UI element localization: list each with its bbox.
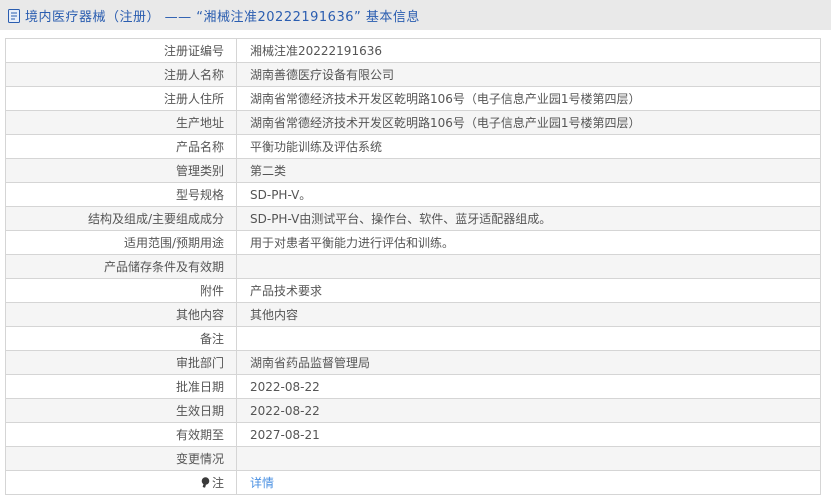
row-label-cell: 生效日期: [5, 398, 237, 423]
row-label-cell: 注册人住所: [5, 86, 237, 111]
row-value-cell: [236, 254, 821, 279]
row-label-cell: 批准日期: [5, 374, 237, 399]
row-label: 其他内容: [175, 308, 224, 322]
row-label: 注册证编号: [163, 44, 224, 58]
row-value-cell: 第二类: [236, 158, 821, 183]
row-label: 结构及组成/主要组成成分: [87, 212, 224, 226]
row-value-cell: 湖南善德医疗设备有限公司: [236, 62, 821, 87]
row-label: 产品名称: [175, 140, 224, 154]
row-value: 平衡功能训练及评估系统: [250, 140, 383, 154]
row-value: 湖南省常德经济技术开发区乾明路106号（电子信息产业园1号楼第四层）: [250, 92, 641, 106]
row-value: SD-PH-V由测试平台、操作台、软件、蓝牙适配器组成。: [250, 212, 552, 226]
table-row: 生产地址 湖南省常德经济技术开发区乾明路106号（电子信息产业园1号楼第四层）: [5, 110, 821, 135]
table-row: 管理类别 第二类: [5, 158, 821, 183]
table-row: 结构及组成/主要组成成分 SD-PH-V由测试平台、操作台、软件、蓝牙适配器组成…: [5, 206, 821, 231]
row-label-cell: 生产地址: [5, 110, 237, 135]
row-label-cell: 备注: [5, 326, 237, 351]
table-row: 有效期至 2027-08-21: [5, 422, 821, 447]
table-row: 产品名称 平衡功能训练及评估系统: [5, 134, 821, 159]
table-row: 其他内容 其他内容: [5, 302, 821, 327]
row-value-cell: 湖南省药品监督管理局: [236, 350, 821, 375]
row-label-cell: 其他内容: [5, 302, 237, 327]
table-row: 适用范围/预期用途 用于对患者平衡能力进行评估和训练。: [5, 230, 821, 255]
table-row: 生效日期 2022-08-22: [5, 398, 821, 423]
row-label-cell: 审批部门: [5, 350, 237, 375]
row-label-cell: 管理类别: [5, 158, 237, 183]
table-row: 注册证编号 湘械注准20222191636: [5, 38, 821, 63]
row-value: 2022-08-22: [250, 403, 320, 418]
row-label-cell: 注册证编号: [5, 38, 237, 63]
row-value: 其他内容: [250, 308, 299, 322]
row-value-cell: 2022-08-22: [236, 374, 821, 399]
row-value-cell: 其他内容: [236, 302, 821, 327]
row-value-cell: 2027-08-21: [236, 422, 821, 447]
row-value-cell: 平衡功能训练及评估系统: [236, 134, 821, 159]
row-label-cell: 型号规格: [5, 182, 237, 207]
row-label-cell: 注: [5, 470, 237, 495]
table-row: 注册人名称 湖南善德医疗设备有限公司: [5, 62, 821, 87]
row-value-cell: 湖南省常德经济技术开发区乾明路106号（电子信息产业园1号楼第四层）: [236, 86, 821, 111]
row-label: 适用范围/预期用途: [123, 236, 224, 250]
row-value: 湖南省药品监督管理局: [250, 356, 371, 370]
row-value: 产品技术要求: [250, 284, 323, 298]
row-value: 湖南省常德经济技术开发区乾明路106号（电子信息产业园1号楼第四层）: [250, 116, 641, 130]
row-label-cell: 注册人名称: [5, 62, 237, 87]
row-value-cell: SD-PH-V。: [236, 182, 821, 207]
row-value: 2022-08-22: [250, 379, 320, 394]
row-label: 有效期至: [175, 428, 224, 442]
table-row: 变更情况: [5, 446, 821, 471]
row-label: 生产地址: [175, 116, 224, 130]
row-label-cell: 适用范围/预期用途: [5, 230, 237, 255]
row-label-cell: 附件: [5, 278, 237, 303]
details-link[interactable]: 详情: [250, 476, 274, 490]
table-row: 注 详情: [5, 470, 821, 495]
row-label: 管理类别: [175, 164, 224, 178]
row-value-cell: 用于对患者平衡能力进行评估和训练。: [236, 230, 821, 255]
table-row: 注册人住所 湖南省常德经济技术开发区乾明路106号（电子信息产业园1号楼第四层）: [5, 86, 821, 111]
row-label: 审批部门: [175, 356, 224, 370]
row-label-cell: 变更情况: [5, 446, 237, 471]
row-label: 产品储存条件及有效期: [103, 260, 224, 274]
row-label-cell: 有效期至: [5, 422, 237, 447]
row-value-cell: 湘械注准20222191636: [236, 38, 821, 63]
row-value: 湖南善德医疗设备有限公司: [250, 68, 395, 82]
page-header: 境内医疗器械（注册） —— “湘械注准20222191636” 基本信息: [0, 0, 831, 30]
row-label: 变更情况: [175, 452, 224, 466]
row-label: 备注: [199, 332, 224, 346]
row-value-cell: 详情: [236, 470, 821, 495]
table-container: 注册证编号 湘械注准20222191636 注册人名称 湖南善德医疗设备有限公司…: [0, 30, 831, 495]
row-label: 批准日期: [175, 380, 224, 394]
row-label: 附件: [199, 284, 224, 298]
row-label: 注册人名称: [163, 68, 224, 82]
table-row: 审批部门 湖南省药品监督管理局: [5, 350, 821, 375]
table-row: 备注: [5, 326, 821, 351]
table-row: 批准日期 2022-08-22: [5, 374, 821, 399]
lightbulb-icon: [201, 477, 210, 491]
row-value: 用于对患者平衡能力进行评估和训练。: [250, 236, 455, 250]
document-icon: [8, 8, 20, 23]
row-value-cell: 产品技术要求: [236, 278, 821, 303]
row-value: 2027-08-21: [250, 427, 320, 442]
page-title: 境内医疗器械（注册） —— “湘械注准20222191636” 基本信息: [25, 9, 420, 25]
row-value-cell: [236, 326, 821, 351]
row-label-cell: 产品名称: [5, 134, 237, 159]
row-label: 型号规格: [175, 188, 224, 202]
row-label: 注: [211, 476, 224, 490]
registration-info-table: 注册证编号 湘械注准20222191636 注册人名称 湖南善德医疗设备有限公司…: [5, 38, 821, 495]
row-value: 湘械注准20222191636: [250, 44, 382, 58]
table-row: 附件 产品技术要求: [5, 278, 821, 303]
row-value-cell: [236, 446, 821, 471]
row-label-cell: 产品储存条件及有效期: [5, 254, 237, 279]
row-value-cell: SD-PH-V由测试平台、操作台、软件、蓝牙适配器组成。: [236, 206, 821, 231]
row-label-cell: 结构及组成/主要组成成分: [5, 206, 237, 231]
row-value: 第二类: [250, 164, 287, 178]
table-row: 型号规格 SD-PH-V。: [5, 182, 821, 207]
row-label: 生效日期: [175, 404, 224, 418]
row-value: SD-PH-V。: [250, 188, 312, 202]
row-label: 注册人住所: [163, 92, 224, 106]
row-value-cell: 湖南省常德经济技术开发区乾明路106号（电子信息产业园1号楼第四层）: [236, 110, 821, 135]
table-row: 产品储存条件及有效期: [5, 254, 821, 279]
row-value-cell: 2022-08-22: [236, 398, 821, 423]
